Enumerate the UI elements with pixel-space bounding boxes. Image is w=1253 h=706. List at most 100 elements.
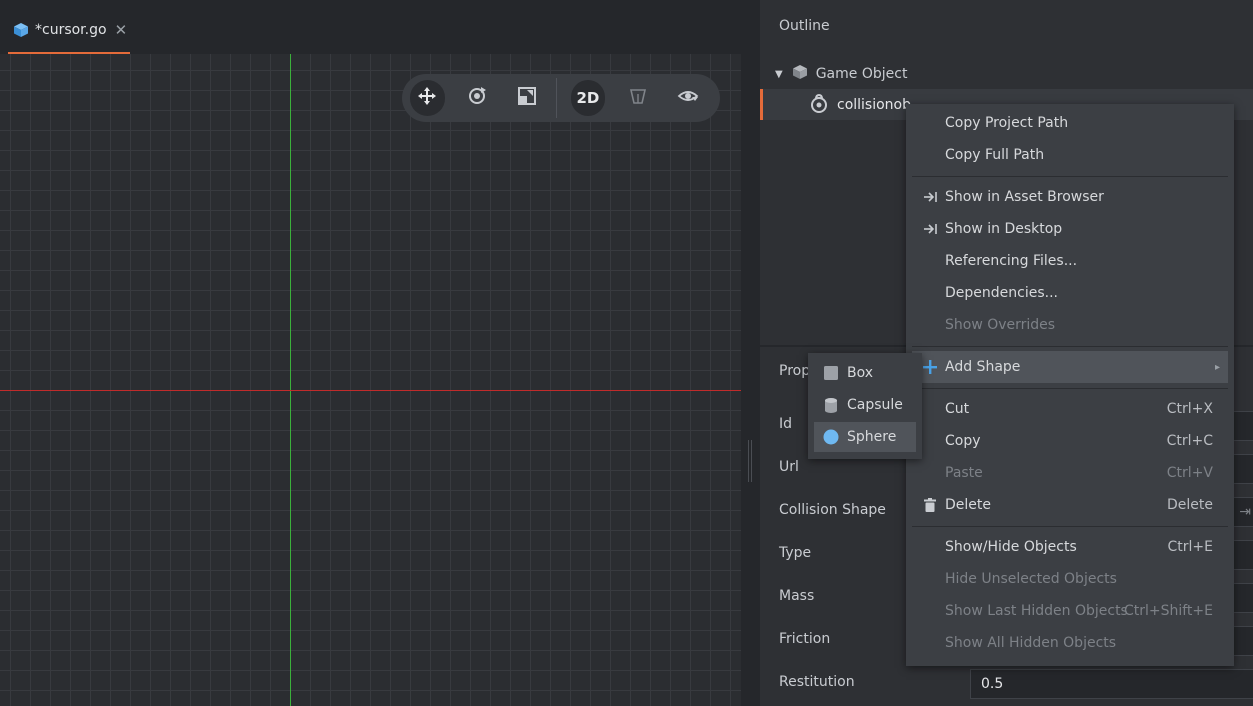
- close-icon[interactable]: ✕: [115, 21, 128, 39]
- rotate-tool-button[interactable]: [460, 80, 495, 116]
- cube-icon: [13, 22, 29, 38]
- menu-item-show-hide-objects[interactable]: Show/Hide Objects Ctrl+E: [912, 531, 1228, 563]
- menu-item-label: Copy: [945, 433, 981, 449]
- menu-item-referencing-files[interactable]: Referencing Files...: [912, 245, 1228, 277]
- menu-item-show-last-hidden-objects: Show Last Hidden Objects Ctrl+Shift+E: [912, 595, 1228, 627]
- box-shape-icon: [823, 365, 839, 381]
- pane-splitter[interactable]: [741, 0, 760, 706]
- menu-item-shortcut: Ctrl+Shift+E: [1123, 603, 1213, 619]
- submenu-item-sphere[interactable]: Sphere: [814, 422, 916, 452]
- menu-item-show-all-hidden-objects: Show All Hidden Objects: [912, 627, 1228, 659]
- menu-item-add-shape[interactable]: Add Shape ▸: [912, 351, 1228, 383]
- capsule-shape-icon: [823, 397, 839, 413]
- menu-item-show-in-asset-browser[interactable]: Show in Asset Browser: [912, 181, 1228, 213]
- toolbar-divider: [555, 78, 557, 118]
- menu-item-label: Cut: [945, 401, 970, 417]
- menu-item-cut[interactable]: Cut Ctrl+X: [912, 393, 1228, 425]
- menu-item-show-overrides: Show Overrides: [912, 309, 1228, 341]
- menu-item-shortcut: Ctrl+C: [1166, 433, 1213, 449]
- menu-item-label: Delete: [945, 497, 991, 513]
- menu-item-label: Show Last Hidden Objects: [945, 603, 1128, 619]
- visibility-filter-button[interactable]: [670, 80, 705, 116]
- scene-viewport[interactable]: 2D: [0, 54, 741, 706]
- menu-item-shortcut: Ctrl+V: [1166, 465, 1213, 481]
- y-axis-line: [290, 54, 291, 706]
- outline-item-label: Game Object: [815, 66, 908, 82]
- expand-arrow-icon[interactable]: ▼: [775, 69, 783, 80]
- add-shape-submenu: Box Capsule Sphere: [808, 353, 922, 459]
- submenu-item-label: Sphere: [847, 429, 897, 445]
- scale-tool-icon: [517, 86, 537, 110]
- scene-editor: *cursor.go ✕ 2D: [0, 0, 741, 706]
- properties-title: Prop: [779, 363, 811, 379]
- perspective-camera-icon: [628, 86, 648, 110]
- scene-toolbar: 2D: [402, 74, 720, 122]
- menu-item-label: Dependencies...: [945, 285, 1058, 301]
- submenu-item-capsule[interactable]: Capsule: [814, 390, 916, 420]
- menu-item-label: Show Overrides: [945, 317, 1056, 333]
- menu-item-label: Paste: [945, 465, 983, 481]
- menu-item-shortcut: Delete: [1167, 497, 1213, 513]
- outline-title: Outline: [779, 18, 830, 34]
- trash-icon: [922, 497, 938, 513]
- submenu-item-label: Capsule: [847, 397, 903, 413]
- menu-separator: [912, 346, 1228, 347]
- prop-label-friction: Friction: [779, 631, 831, 647]
- menu-separator: [912, 176, 1228, 177]
- 2d-mode-label: 2D: [576, 89, 600, 107]
- restitution-field[interactable]: 0.5: [970, 669, 1253, 699]
- menu-item-paste: Paste Ctrl+V: [912, 457, 1228, 489]
- menu-separator: [912, 388, 1228, 389]
- cube-icon: [792, 64, 808, 84]
- prop-label-url: Url: [779, 459, 799, 475]
- context-menu: Copy Project Path Copy Full Path Show in…: [906, 104, 1234, 666]
- menu-item-label: Copy Full Path: [945, 147, 1045, 163]
- menu-item-hide-unselected-objects: Hide Unselected Objects: [912, 563, 1228, 595]
- perspective-camera-button[interactable]: [620, 80, 655, 116]
- outline-item-label: collisionob: [837, 96, 912, 113]
- menu-item-show-in-desktop[interactable]: Show in Desktop: [912, 213, 1228, 245]
- rotate-tool-icon: [467, 86, 487, 110]
- menu-item-label: Hide Unselected Objects: [945, 571, 1117, 587]
- submenu-item-label: Box: [847, 365, 874, 381]
- menu-item-shortcut: Ctrl+X: [1166, 401, 1213, 417]
- plus-icon: [922, 359, 938, 375]
- prop-label-restitution: Restitution: [779, 674, 855, 690]
- prop-label-id: Id: [779, 416, 793, 432]
- collision-object-icon: [809, 93, 829, 117]
- move-tool-icon: [417, 86, 437, 110]
- prop-label-mass: Mass: [779, 588, 815, 604]
- move-tool-button[interactable]: [410, 80, 445, 116]
- prop-label-type: Type: [779, 545, 812, 561]
- menu-item-copy-full-path[interactable]: Copy Full Path: [912, 139, 1228, 171]
- reveal-icon: [922, 221, 938, 237]
- menu-item-label: Show in Asset Browser: [945, 189, 1104, 205]
- menu-item-label: Show/Hide Objects: [945, 539, 1077, 555]
- menu-item-dependencies[interactable]: Dependencies...: [912, 277, 1228, 309]
- menu-item-label: Show All Hidden Objects: [945, 635, 1117, 651]
- menu-item-label: Copy Project Path: [945, 115, 1069, 131]
- visibility-filter-icon: [677, 86, 699, 110]
- splitter-handle[interactable]: [748, 440, 752, 482]
- 2d-mode-toggle[interactable]: 2D: [570, 80, 606, 116]
- menu-item-copy-project-path[interactable]: Copy Project Path: [912, 107, 1228, 139]
- menu-item-delete[interactable]: Delete Delete: [912, 489, 1228, 521]
- menu-separator: [912, 526, 1228, 527]
- menu-item-shortcut: Ctrl+E: [1167, 539, 1214, 555]
- prop-label-collision-shape: Collision Shape: [779, 502, 886, 518]
- menu-item-label: Add Shape: [945, 359, 1021, 375]
- scale-tool-button[interactable]: [510, 80, 545, 116]
- menu-item-copy[interactable]: Copy Ctrl+C: [912, 425, 1228, 457]
- submenu-item-box[interactable]: Box: [814, 358, 916, 388]
- sphere-shape-icon: [823, 429, 839, 445]
- reveal-icon: [922, 189, 938, 205]
- menu-item-label: Referencing Files...: [945, 253, 1078, 269]
- outline-item-game-object[interactable]: ▼ Game Object: [775, 64, 907, 84]
- menu-item-label: Show in Desktop: [945, 221, 1063, 237]
- reveal-icon[interactable]: ⇥: [1239, 504, 1251, 520]
- x-axis-line: [0, 390, 741, 391]
- tab-cursor-go[interactable]: *cursor.go ✕: [8, 8, 130, 54]
- submenu-arrow-icon: ▸: [1214, 361, 1220, 373]
- tab-bar: *cursor.go ✕: [0, 0, 741, 54]
- tab-label: *cursor.go: [35, 22, 107, 38]
